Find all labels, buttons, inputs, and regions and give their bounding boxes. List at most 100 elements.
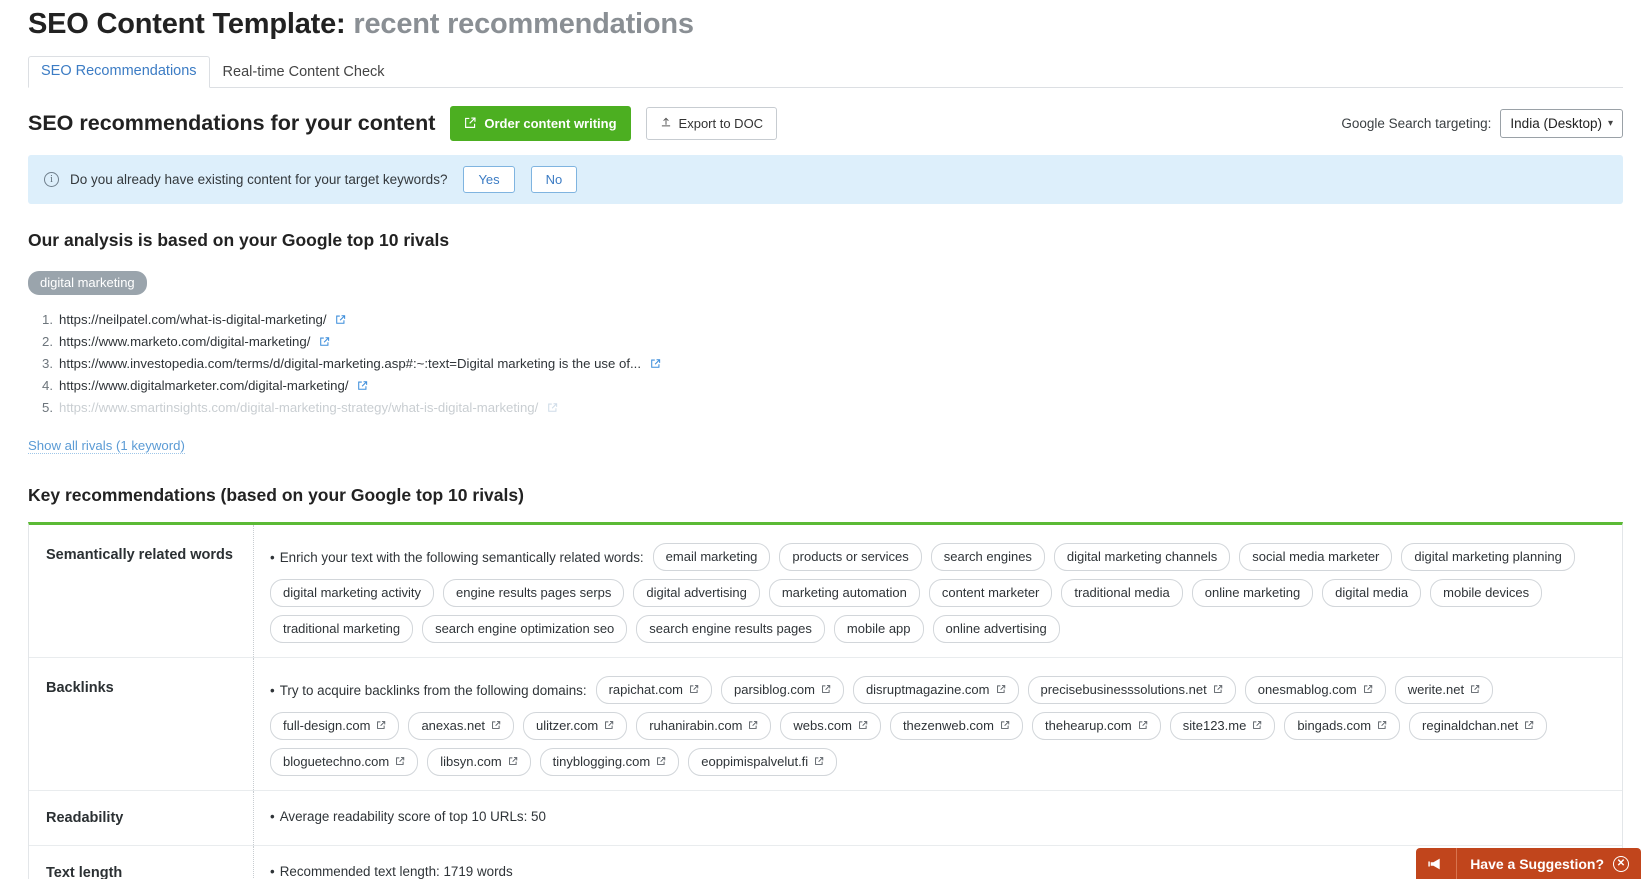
search-targeting-select[interactable]: India (Desktop) ▾ xyxy=(1500,108,1623,138)
semantic-tag[interactable]: online advertising xyxy=(932,615,1060,643)
tab-bar: SEO Recommendations Real-time Content Ch… xyxy=(28,56,1623,88)
have-a-suggestion-widget[interactable]: Have a Suggestion? ✕ xyxy=(1416,848,1641,879)
semantic-tag[interactable]: marketing automation xyxy=(768,579,920,607)
semantic-tag[interactable]: products or services xyxy=(779,543,922,571)
table-row: Backlinks • Try to acquire backlinks from… xyxy=(29,658,1622,791)
text-length-text: • Recommended text length: 1719 words xyxy=(270,864,513,879)
semantic-tag[interactable]: content marketer xyxy=(928,579,1053,607)
external-link-icon[interactable] xyxy=(319,336,330,347)
export-to-doc-button[interactable]: Export to DOC xyxy=(645,106,778,140)
info-icon: i xyxy=(44,172,59,187)
backlink-tag[interactable]: reginaldchan.net xyxy=(1409,712,1548,740)
semantic-tag[interactable]: social media marketer xyxy=(1239,543,1393,571)
rival-url: https://www.smartinsights.com/digital-ma… xyxy=(59,400,539,415)
backlink-tag[interactable]: libsyn.com xyxy=(427,748,531,776)
semantic-tag[interactable]: online marketing xyxy=(1191,579,1314,607)
bullet-icon: • xyxy=(270,864,275,879)
backlink-tag[interactable]: rapichat.com xyxy=(595,676,712,704)
semantic-tag[interactable]: engine results pages serps xyxy=(443,579,625,607)
semantic-tag[interactable]: email marketing xyxy=(652,543,771,571)
bullet-icon: • xyxy=(270,809,275,824)
backlink-tag[interactable]: full-design.com xyxy=(270,712,400,740)
external-link-icon xyxy=(814,754,824,769)
tab-real-time-content-check[interactable]: Real-time Content Check xyxy=(210,57,398,88)
external-link-icon xyxy=(508,754,518,769)
external-link-icon[interactable] xyxy=(335,314,346,325)
semantic-tag[interactable]: digital marketing activity xyxy=(270,579,434,607)
semantic-tag[interactable]: mobile app xyxy=(833,615,924,643)
backlink-tag[interactable]: precisebusinesssolutions.net xyxy=(1027,676,1236,704)
existing-content-no-button[interactable]: No xyxy=(530,166,578,193)
page-title: SEO Content Template: recent recommendat… xyxy=(28,0,1623,41)
external-link-icon xyxy=(689,682,699,697)
external-link-icon xyxy=(1213,682,1223,697)
close-icon[interactable]: ✕ xyxy=(1613,855,1629,872)
backlink-tag[interactable]: webs.com xyxy=(780,712,881,740)
backlink-tag[interactable]: anexas.net xyxy=(408,712,515,740)
semantic-tag[interactable]: digital media xyxy=(1322,579,1422,607)
search-targeting-value: India (Desktop) xyxy=(1510,115,1602,131)
row-body-readability: • Average readability score of top 10 URL… xyxy=(254,791,1622,845)
external-link-icon xyxy=(1363,682,1373,697)
semantic-tag[interactable]: search engines xyxy=(930,543,1045,571)
backlink-tag[interactable]: bloguetechno.com xyxy=(270,748,419,776)
semantic-tag[interactable]: traditional marketing xyxy=(270,615,414,643)
backlinks-lead: • Try to acquire backlinks from the follo… xyxy=(270,682,587,698)
rival-url: https://neilpatel.com/what-is-digital-ma… xyxy=(59,312,327,327)
search-targeting-label: Google Search targeting: xyxy=(1341,115,1492,131)
tab-seo-recommendations[interactable]: SEO Recommendations xyxy=(28,56,210,88)
external-link-icon xyxy=(1524,718,1534,733)
backlink-tag[interactable]: ulitzer.com xyxy=(523,712,628,740)
row-label-backlinks: Backlinks xyxy=(29,658,254,790)
backlink-tag[interactable]: site123.me xyxy=(1169,712,1276,740)
semantic-tag[interactable]: search engine results pages xyxy=(636,615,825,643)
rival-item[interactable]: https://www.marketo.com/digital-marketin… xyxy=(28,331,1623,353)
external-link-icon xyxy=(858,718,868,733)
readability-text: • Average readability score of top 10 URL… xyxy=(270,809,546,824)
order-content-writing-button[interactable]: Order content writing xyxy=(450,105,631,141)
backlink-tag[interactable]: ruhanirabin.com xyxy=(636,712,772,740)
external-link-icon[interactable] xyxy=(650,358,661,369)
rival-item[interactable]: https://www.investopedia.com/terms/d/dig… xyxy=(28,353,1623,375)
semantic-tag[interactable]: mobile devices xyxy=(1430,579,1543,607)
semantic-tag[interactable]: digital marketing channels xyxy=(1053,543,1231,571)
export-to-doc-label: Export to DOC xyxy=(678,115,764,131)
backlink-tag[interactable]: tinyblogging.com xyxy=(539,748,680,776)
backlink-tag[interactable]: eoppimispalvelut.fi xyxy=(688,748,838,776)
table-row: Semantically related words • Enrich your … xyxy=(29,525,1622,658)
semantic-tag[interactable]: search engine optimization seo xyxy=(422,615,628,643)
keyword-chip[interactable]: digital marketing xyxy=(28,271,147,295)
external-link-icon[interactable] xyxy=(547,402,558,413)
backlink-tag[interactable]: werite.net xyxy=(1394,676,1494,704)
megaphone-icon xyxy=(1416,848,1458,879)
backlink-tag[interactable]: bingads.com xyxy=(1284,712,1401,740)
chevron-down-icon: ▾ xyxy=(1607,117,1613,129)
rival-item[interactable]: https://www.smartinsights.com/digital-ma… xyxy=(28,397,1623,419)
row-label-readability: Readability xyxy=(29,791,254,845)
backlink-tag[interactable]: parsiblog.com xyxy=(721,676,844,704)
backlink-tag[interactable]: disruptmagazine.com xyxy=(852,676,1019,704)
table-row: Text length • Recommended text length: 17… xyxy=(29,846,1622,879)
rival-item[interactable]: https://neilpatel.com/what-is-digital-ma… xyxy=(28,309,1623,331)
rival-url: https://www.digitalmarketer.com/digital-… xyxy=(59,378,349,393)
backlink-tag[interactable]: onesmablog.com xyxy=(1244,676,1386,704)
rival-url: https://www.marketo.com/digital-marketin… xyxy=(59,334,311,349)
show-all-rivals-link[interactable]: Show all rivals (1 keyword) xyxy=(28,438,185,454)
existing-content-yes-button[interactable]: Yes xyxy=(463,166,515,193)
external-link-icon xyxy=(376,718,386,733)
rival-item[interactable]: https://www.digitalmarketer.com/digital-… xyxy=(28,375,1623,397)
row-body-backlinks: • Try to acquire backlinks from the follo… xyxy=(254,658,1622,790)
row-label-semantic-words: Semantically related words xyxy=(29,525,254,657)
have-a-suggestion-label: Have a Suggestion? xyxy=(1470,855,1604,872)
external-link-icon[interactable] xyxy=(357,380,368,391)
semantic-tag[interactable]: traditional media xyxy=(1061,579,1183,607)
semantic-tag[interactable]: digital advertising xyxy=(633,579,760,607)
backlink-tag[interactable]: thehearup.com xyxy=(1032,712,1161,740)
backlink-tag[interactable]: thezenweb.com xyxy=(889,712,1023,740)
semantic-tag[interactable]: digital marketing planning xyxy=(1401,543,1575,571)
page-title-secondary: recent recommendations xyxy=(353,8,694,40)
external-link-icon xyxy=(1000,718,1010,733)
external-link-icon xyxy=(996,682,1006,697)
existing-content-question: Do you already have existing content for… xyxy=(70,172,448,187)
page-title-primary: SEO Content Template: xyxy=(28,8,346,40)
